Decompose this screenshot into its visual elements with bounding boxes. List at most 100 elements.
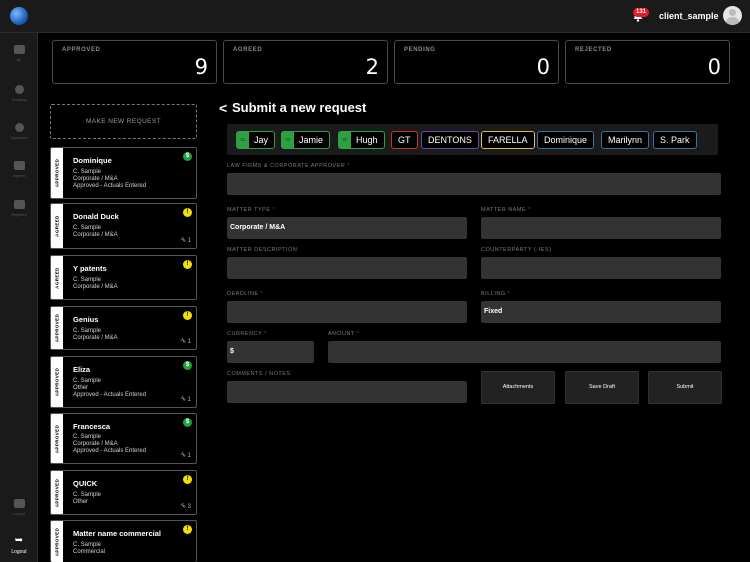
matter-description-input[interactable] bbox=[227, 257, 467, 279]
sidebar-item-pending[interactable]: Pending bbox=[0, 85, 38, 102]
save-draft-button[interactable]: Save Draft bbox=[565, 371, 639, 404]
approver-chips: cc Jay cc Jamie cc Hugh GT DENTONS FARELLA … bbox=[227, 124, 718, 155]
matter-description-label: MATTER DESCRIPTION bbox=[227, 247, 298, 253]
chip-hugh[interactable]: cc Hugh bbox=[338, 131, 385, 149]
chip-s-park[interactable]: S. Park bbox=[653, 131, 697, 149]
request-category: Other bbox=[73, 499, 89, 505]
request-card[interactable]: APPROVED Dominique C. Sample Corporate /… bbox=[50, 147, 197, 199]
request-card[interactable]: AGREED Donald Duck C. Sample Corporate /… bbox=[50, 203, 197, 249]
attachment-count: ✂3 bbox=[177, 501, 191, 511]
stat-agreed[interactable]: AGREED 2 bbox=[223, 40, 388, 84]
chip-jamie[interactable]: cc Jamie bbox=[281, 131, 331, 149]
request-category: Corporate / M&A bbox=[73, 284, 118, 290]
request-title: QUICK bbox=[73, 479, 98, 488]
make-new-request-button[interactable]: MAKE NEW REQUEST bbox=[50, 104, 197, 139]
warning-icon: ! bbox=[183, 475, 192, 484]
comments-input[interactable] bbox=[227, 381, 467, 403]
cc-tag[interactable]: cc bbox=[237, 132, 249, 148]
request-category: Commercial bbox=[73, 549, 106, 555]
chip-gt[interactable]: GT bbox=[391, 131, 418, 149]
matter-type-select[interactable]: Corporate / M&A bbox=[227, 217, 467, 239]
stat-pending[interactable]: PENDING 0 bbox=[394, 40, 559, 84]
sidebar-item-label: All bbox=[16, 57, 22, 62]
status-label: APPROVED bbox=[54, 367, 60, 397]
chip-marilynn[interactable]: Marilynn bbox=[601, 131, 650, 149]
sidebar-item-all[interactable]: All bbox=[0, 45, 38, 62]
chip-dentons[interactable]: DENTONS bbox=[421, 131, 479, 149]
attachment-count: ✂1 bbox=[178, 236, 191, 245]
request-title: Donald Duck bbox=[73, 212, 119, 221]
stat-value: 0 bbox=[707, 55, 721, 79]
required-marker: * bbox=[264, 331, 267, 337]
submit-button[interactable]: Submit bbox=[648, 371, 722, 404]
app-logo-icon[interactable] bbox=[10, 7, 28, 25]
request-author: C. Sample bbox=[73, 328, 102, 334]
request-card[interactable]: APPROVED Matter name commercial C. Sampl… bbox=[50, 520, 197, 562]
request-note: Approved - Actuals Entered bbox=[73, 448, 147, 454]
paperclip-icon: ✂ bbox=[177, 450, 187, 460]
counterparty-input[interactable] bbox=[481, 257, 721, 279]
request-author: C. Sample bbox=[73, 378, 102, 384]
status-strip: AGREED bbox=[51, 204, 63, 248]
stat-value: 2 bbox=[365, 55, 379, 79]
request-card[interactable]: AGREED Y patents C. Sample Corporate / M… bbox=[50, 255, 197, 300]
avatar[interactable] bbox=[723, 6, 742, 25]
amount-label-text: AMOUNT bbox=[328, 331, 355, 337]
law-firms-label: LAW FIRMS & CORPORATE APPROVER * bbox=[227, 163, 350, 169]
request-card[interactable]: APPROVED Francesca C. Sample Corporate /… bbox=[50, 413, 197, 464]
chip-jay[interactable]: cc Jay bbox=[236, 131, 276, 149]
stat-approved[interactable]: APPROVED 9 bbox=[52, 40, 217, 84]
status-strip: APPROVED bbox=[51, 357, 63, 407]
cc-tag[interactable]: cc bbox=[339, 132, 351, 148]
dollar-icon: $ bbox=[183, 152, 192, 161]
required-marker: * bbox=[347, 163, 350, 169]
stat-label: AGREED bbox=[233, 47, 263, 53]
request-note: Approved - Actuals Entered bbox=[73, 183, 147, 189]
attachment-count: ✂1 bbox=[177, 450, 191, 460]
back-chevron-icon[interactable]: < bbox=[219, 100, 227, 116]
chip-farella[interactable]: FARELLA bbox=[481, 131, 535, 149]
cc-tag[interactable]: cc bbox=[282, 132, 294, 148]
request-title: Eliza bbox=[73, 365, 91, 374]
sidebar-item-rejected[interactable]: Rejected bbox=[0, 200, 38, 217]
currency-select[interactable]: $ bbox=[227, 341, 314, 363]
required-marker: * bbox=[260, 291, 264, 297]
warning-icon: ! bbox=[183, 208, 192, 217]
deadline-label: DEADLINE * bbox=[227, 291, 263, 297]
dollar-icon bbox=[14, 123, 24, 132]
comments-label: COMMENTS / NOTES bbox=[227, 371, 291, 377]
request-author: C. Sample bbox=[73, 277, 102, 283]
page-title: Submit a new request bbox=[232, 100, 367, 115]
request-card[interactable]: APPROVED Genius C. Sample Corporate / M&… bbox=[50, 306, 197, 350]
attachments-button[interactable]: Attachments bbox=[481, 371, 555, 404]
username-label[interactable]: client_sample bbox=[659, 11, 719, 21]
request-card[interactable]: APPROVED Eliza C. Sample Other Approved … bbox=[50, 356, 197, 408]
status-label: AGREED bbox=[54, 215, 60, 237]
sidebar-item-approved[interactable]: Approved bbox=[0, 123, 38, 140]
required-marker: * bbox=[272, 207, 276, 213]
logout-icon: ➥ bbox=[14, 535, 24, 546]
chip-dominique[interactable]: Dominique bbox=[537, 131, 595, 149]
status-label: APPROVED bbox=[54, 158, 60, 188]
paperclip-icon: ✂ bbox=[177, 501, 187, 511]
notification-badge: 131 bbox=[633, 8, 650, 17]
dollar-icon: $ bbox=[183, 418, 192, 427]
law-firms-input[interactable] bbox=[227, 173, 721, 195]
sidebar-item-trophy[interactable]: Logout bbox=[0, 499, 38, 516]
sidebar-item-logout[interactable]: ➥ Logout bbox=[0, 535, 38, 556]
status-label: APPROVED bbox=[54, 478, 60, 507]
sidebar-item-agreed[interactable]: Agreed bbox=[0, 161, 38, 178]
amount-input[interactable] bbox=[328, 341, 721, 363]
request-card[interactable]: APPROVED QUICK C. Sample Other ! ✂3 bbox=[50, 470, 197, 515]
stat-rejected[interactable]: REJECTED 0 bbox=[565, 40, 730, 84]
request-title: Genius bbox=[73, 315, 99, 324]
stat-label: APPROVED bbox=[62, 47, 101, 53]
paperclip-icon: ✂ bbox=[177, 394, 187, 404]
billing-select[interactable]: Fixed bbox=[481, 301, 721, 323]
request-category: Corporate / M&A bbox=[73, 441, 118, 447]
matter-name-input[interactable] bbox=[481, 217, 721, 239]
status-strip: APPROVED bbox=[51, 307, 63, 349]
currency-label-text: CURRENCY bbox=[227, 331, 263, 337]
status-strip: APPROVED bbox=[51, 414, 63, 463]
deadline-input[interactable] bbox=[227, 301, 467, 323]
